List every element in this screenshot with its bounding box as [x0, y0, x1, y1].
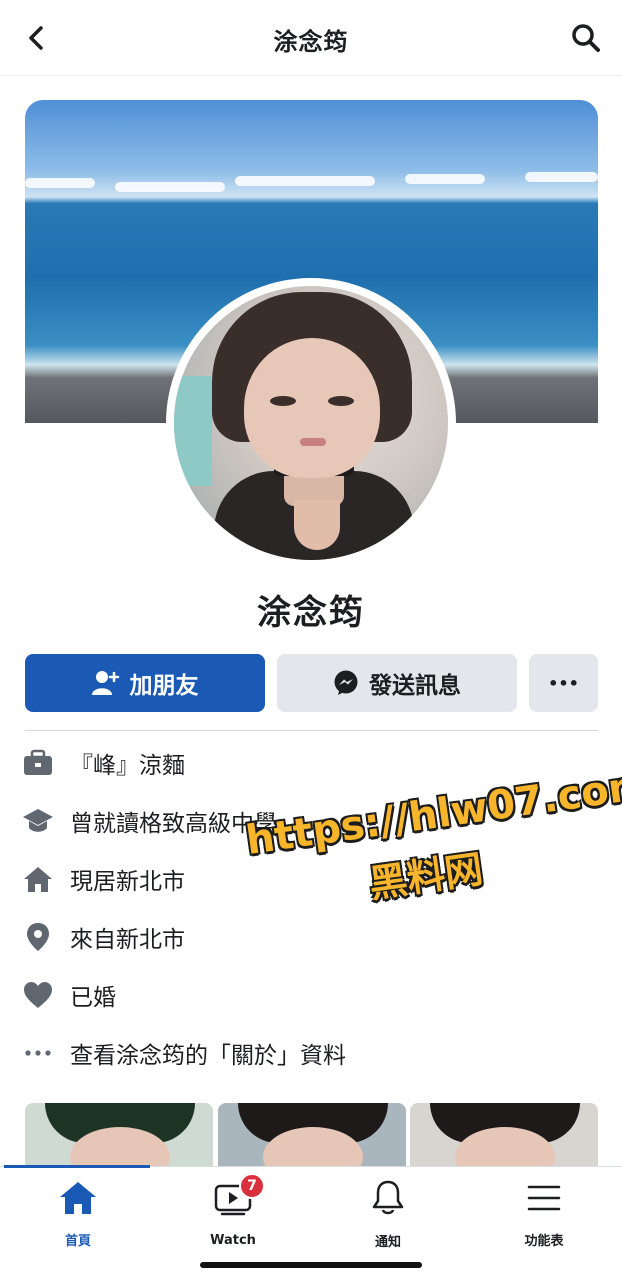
heart-icon — [22, 979, 54, 1011]
photo-thumbnail[interactable] — [25, 1103, 213, 1173]
more-options-button[interactable]: ••• — [529, 654, 598, 712]
add-friend-icon — [91, 670, 120, 696]
search-button[interactable] — [568, 20, 604, 56]
divider — [25, 730, 598, 731]
menu-icon — [524, 1179, 564, 1216]
info-text: 現居新北市 — [70, 869, 185, 895]
info-text: 來自新北市 — [70, 927, 185, 953]
info-item-education: 曾就讀格致高級中學 — [22, 799, 582, 843]
profile-name: 涂念筠 — [257, 593, 365, 633]
tab-label: 首頁 — [64, 1234, 91, 1249]
tab-notifications[interactable]: 通知 — [333, 1179, 443, 1250]
info-text: 曾就讀格致高級中學 — [70, 811, 277, 837]
search-icon — [572, 24, 600, 52]
page-title: 涂念筠 — [273, 28, 349, 56]
profile-picture[interactable] — [166, 278, 456, 568]
see-about-info-link[interactable]: 查看涂念筠的「關於」資料 — [22, 1031, 582, 1075]
photo-thumbnail[interactable] — [218, 1103, 406, 1173]
add-friend-button[interactable]: 加朋友 — [25, 654, 265, 712]
tab-label: Watch — [210, 1233, 256, 1248]
tab-label: 通知 — [374, 1235, 401, 1250]
info-item-current-city: 現居新北市 — [22, 857, 582, 901]
tab-home[interactable]: 首頁 — [23, 1179, 133, 1249]
home-indicator — [200, 1262, 422, 1268]
watch-video-icon: 7 — [213, 1173, 265, 1219]
home-icon — [22, 863, 54, 895]
send-message-label: 發送訊息 — [369, 673, 461, 699]
info-text: 查看涂念筠的「關於」資料 — [70, 1043, 346, 1069]
info-item-work: 『峰』涼麵 — [22, 741, 582, 785]
bell-icon — [368, 1179, 408, 1217]
more-dots-icon: ••• — [548, 673, 579, 693]
active-tab-indicator — [4, 1165, 150, 1168]
info-text: 已婚 — [70, 985, 116, 1011]
photo-thumbnail[interactable] — [410, 1103, 598, 1173]
profile-photo — [174, 286, 448, 560]
info-text: 『峰』涼麵 — [70, 753, 185, 779]
briefcase-icon — [22, 747, 54, 779]
location-pin-icon — [22, 921, 54, 953]
notification-badge: 7 — [239, 1173, 265, 1199]
tab-menu[interactable]: 功能表 — [489, 1179, 599, 1249]
top-nav-bar: 涂念筠 — [0, 0, 622, 76]
info-item-hometown: 來自新北市 — [22, 915, 582, 959]
info-item-relationship: 已婚 — [22, 973, 582, 1017]
graduation-cap-icon — [22, 805, 54, 837]
send-message-button[interactable]: 發送訊息 — [277, 654, 517, 712]
home-icon — [58, 1179, 98, 1216]
tab-label: 功能表 — [524, 1234, 564, 1249]
tab-watch[interactable]: 7 Watch — [178, 1173, 288, 1249]
more-dots-icon — [22, 1037, 54, 1069]
messenger-icon — [333, 670, 359, 696]
add-friend-label: 加朋友 — [129, 673, 199, 699]
